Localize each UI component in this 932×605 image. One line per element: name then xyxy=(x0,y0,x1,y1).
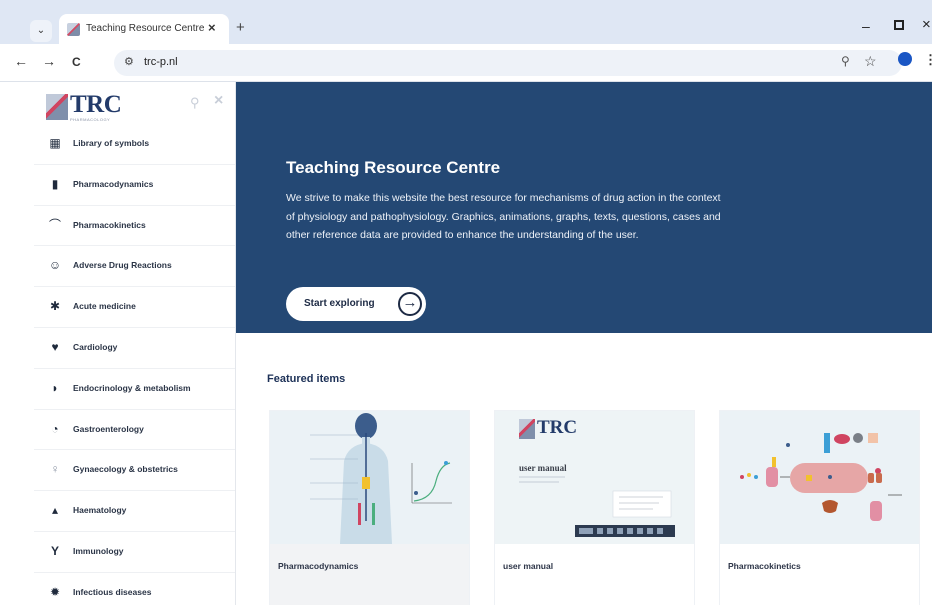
stomach-icon: ◔ xyxy=(51,421,59,436)
antibody-icon: Y xyxy=(50,543,59,558)
browser-menu-icon[interactable]: ⋮ xyxy=(924,52,932,68)
window-minimize-button[interactable]: – xyxy=(862,18,870,34)
favicon-icon xyxy=(67,23,80,36)
bookmark-star-icon[interactable]: ☆ xyxy=(864,53,877,70)
sidebar-item-label: Library of symbols xyxy=(73,138,150,148)
sidebar-menu: ▦ Library of symbols ▮ Pharmacodynamics … xyxy=(34,124,235,605)
thyroid-icon: ◗ xyxy=(51,380,59,395)
tab-strip: ⌄ Teaching Resource Centre × + – × xyxy=(0,0,932,44)
address-bar[interactable]: ⚙ trc-p.nl ⚲ ☆ xyxy=(114,50,902,76)
browser-window: ⌄ Teaching Resource Centre × + – × ← → C… xyxy=(0,0,932,605)
sidebar-item-label: Pharmacokinetics xyxy=(73,219,146,230)
featured-card-pharmacodynamics[interactable]: Pharmacodynamics xyxy=(269,410,470,605)
trc-logo[interactable]: TRC PHARMACOLOGY xyxy=(46,91,136,124)
sidebar-item-cardiology[interactable]: ♥ Cardiology xyxy=(34,328,235,369)
back-button[interactable]: ← xyxy=(14,53,28,69)
window-close-button[interactable]: × xyxy=(922,16,931,33)
card-label: user manual xyxy=(503,561,554,571)
pharmacodynamics-icon: ▮ xyxy=(51,176,59,191)
sidebar-item-adverse-drug-reactions[interactable]: ☺ Adverse Drug Reactions xyxy=(34,246,235,288)
sidebar-item-immunology[interactable]: Y Immunology xyxy=(34,532,235,573)
curve-icon: ⌒ xyxy=(48,217,61,232)
window-maximize-button[interactable] xyxy=(894,20,904,30)
card-thumbnail: TRC user manual xyxy=(495,411,694,544)
browser-tab[interactable]: Teaching Resource Centre × xyxy=(59,14,229,44)
sidebar-item-label: Cardiology xyxy=(73,341,118,352)
logo-text: TRC xyxy=(70,91,122,118)
new-tab-button[interactable]: + xyxy=(236,19,245,36)
featured-card-user-manual[interactable]: TRC user manual user manual xyxy=(494,410,695,605)
sidebar-item-haematology[interactable]: ▴ Haematology xyxy=(34,491,235,532)
drop-icon: ▴ xyxy=(51,503,59,518)
main-content: Teaching Resource Centre We strive to ma… xyxy=(236,82,932,605)
sidebar-item-label: Immunology xyxy=(73,545,124,556)
sidebar-item-gynaecology[interactable]: ♀ Gynaecology & obstetrics xyxy=(34,450,235,492)
start-exploring-button[interactable]: Start exploring → xyxy=(286,287,426,321)
pharmacodynamics-illustration xyxy=(310,413,452,544)
card-label: Pharmacodynamics xyxy=(278,561,359,571)
sidebar-item-label: Haematology xyxy=(73,505,127,516)
forward-button[interactable]: → xyxy=(42,53,56,69)
heart-icon: ♥ xyxy=(51,339,59,354)
sidebar-item-label: Infectious diseases xyxy=(73,586,152,597)
pharmacokinetics-illustration xyxy=(740,433,902,521)
sidebar-item-label: Gastroenterology xyxy=(73,423,144,434)
profile-avatar-icon[interactable] xyxy=(898,52,912,66)
sidebar-item-label: Endocrinology & metabolism xyxy=(73,382,191,393)
zoom-icon[interactable]: ⚲ xyxy=(841,54,850,68)
hero-banner: Teaching Resource Centre We strive to ma… xyxy=(236,82,932,333)
manual-illustration xyxy=(519,476,675,537)
logo-mark-icon xyxy=(46,94,68,120)
sidebar-item-endocrinology[interactable]: ◗ Endocrinology & metabolism xyxy=(34,369,235,410)
person-alert-icon: ☺ xyxy=(48,258,62,273)
sidebar-item-gastroenterology[interactable]: ◔ Gastroenterology xyxy=(34,410,235,451)
featured-items-heading: Featured items xyxy=(267,373,346,385)
sidebar-item-infectious-diseases[interactable]: ✹ Infectious diseases xyxy=(34,573,235,605)
sidebar: TRC PHARMACOLOGY ⚲ × ▦ Library of symbol… xyxy=(0,82,236,605)
card-label: Pharmacokinetics xyxy=(728,561,801,571)
card-footer xyxy=(270,544,469,605)
tab-close-icon[interactable]: × xyxy=(208,20,216,35)
sidebar-item-library-of-symbols[interactable]: ▦ Library of symbols xyxy=(34,124,235,165)
sidebar-item-acute-medicine[interactable]: ✱ Acute medicine xyxy=(34,287,235,328)
featured-card-pharmacokinetics[interactable]: Pharmacokinetics xyxy=(719,410,920,605)
sidebar-item-label: Acute medicine xyxy=(73,301,136,312)
sidebar-item-label: Adverse Drug Reactions xyxy=(73,260,172,271)
sidebar-close-icon[interactable]: × xyxy=(214,92,223,110)
sidebar-item-pharmacodynamics[interactable]: ▮ Pharmacodynamics xyxy=(34,165,235,206)
sidebar-item-label: Pharmacodynamics xyxy=(73,178,154,189)
url-text[interactable]: trc-p.nl xyxy=(144,56,178,68)
browser-toolbar: ← → C ⚙ trc-p.nl ⚲ ☆ xyxy=(0,44,932,82)
hero-title: Teaching Resource Centre xyxy=(286,158,501,177)
reload-button[interactable]: C xyxy=(72,55,81,69)
sidebar-item-label: Gynaecology & obstetrics xyxy=(73,464,178,475)
virus-icon: ✹ xyxy=(49,584,61,599)
cta-label: Start exploring xyxy=(304,298,375,309)
hero-description: We strive to make this website the best … xyxy=(286,192,721,241)
female-icon: ♀ xyxy=(50,462,60,477)
card-thumbnail xyxy=(270,411,469,544)
logo-subtitle: PHARMACOLOGY xyxy=(70,117,111,122)
site-settings-icon[interactable]: ⚙ xyxy=(124,55,134,68)
card-thumbnail xyxy=(720,411,919,544)
grid-icon: ▦ xyxy=(49,136,61,150)
arrow-right-icon: → xyxy=(398,292,422,316)
sidebar-search-icon[interactable]: ⚲ xyxy=(190,95,200,111)
gear-icon: ✱ xyxy=(49,299,61,314)
tab-search-button[interactable]: ⌄ xyxy=(30,20,52,42)
sidebar-item-pharmacokinetics[interactable]: ⌒ Pharmacokinetics xyxy=(34,206,235,247)
tab-title: Teaching Resource Centre xyxy=(86,23,205,34)
